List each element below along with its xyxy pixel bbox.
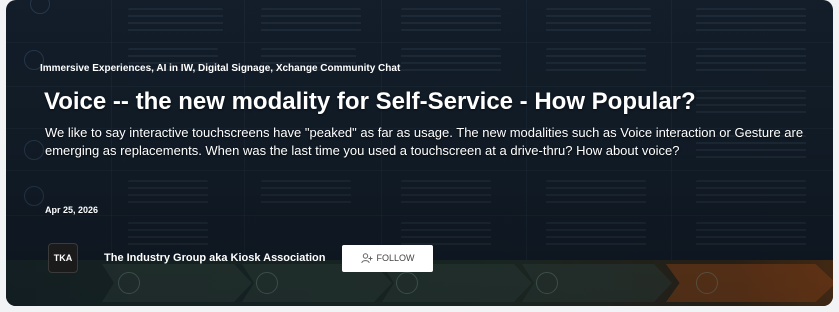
author-name[interactable]: The Industry Group aka Kiosk Association [104,252,325,264]
post-title[interactable]: Voice -- the new modality for Self-Servi… [44,88,696,116]
follow-label: FOLLOW [376,253,415,263]
follow-button[interactable]: FOLLOW [342,244,434,272]
featured-post-card[interactable]: Immersive Experiences, AI in IW, Digital… [6,0,833,306]
avatar-text: TKA [53,253,73,263]
add-user-icon [361,252,373,264]
post-categories[interactable]: Immersive Experiences, AI in IW, Digital… [40,63,400,74]
author-avatar[interactable]: TKA [48,243,78,273]
post-date: Apr 25, 2026 [45,205,99,215]
post-excerpt: We like to say interactive touchscreens … [45,125,804,158]
author-row: TKA The Industry Group aka Kiosk Associa… [48,241,434,275]
